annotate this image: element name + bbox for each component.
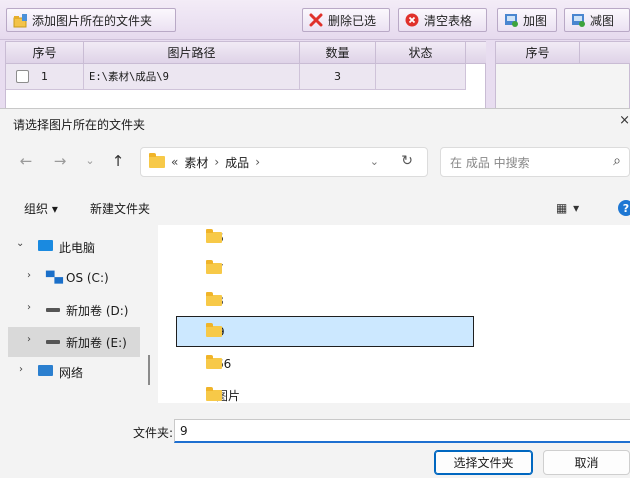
row-checkbox[interactable] — [16, 70, 29, 83]
search-icon: ⌕ — [613, 153, 621, 169]
navigation-bar: ← → ⌄ ↑ « 素材 › 成品 › ⌄ ↻ 在 成品 中搜索 ⌕ — [0, 143, 630, 183]
folder-field-label: 文件夹: — [133, 426, 174, 440]
breadcrumb-item-素材[interactable]: 素材 — [184, 154, 208, 171]
column-header-index[interactable]: 序号 — [6, 42, 84, 64]
folder-icon — [149, 153, 165, 168]
add-image-icon — [504, 13, 518, 27]
row-count: 3 — [300, 64, 376, 90]
tree-item-label: 新加卷 (D:) — [66, 303, 129, 318]
forward-arrow-icon[interactable]: → — [50, 152, 70, 170]
folder-name-value: 9 — [180, 423, 188, 438]
column-header-blank-right — [580, 42, 630, 64]
view-options-icon[interactable]: ▦ ▾ — [556, 201, 580, 215]
folder-icon — [206, 355, 222, 369]
expand-chevron-icon[interactable]: › — [19, 364, 23, 375]
delete-selected-button[interactable]: 删除已选 — [302, 8, 390, 32]
command-bar: 组织 ▾ 新建文件夹 ▦ ▾ ? — [0, 195, 630, 223]
search-placeholder: 在 成品 中搜索 — [450, 155, 530, 170]
row-path[interactable]: E:\素材\成品\9 — [84, 64, 300, 90]
row-status — [376, 64, 466, 90]
tree-item-network[interactable]: › 网络 — [0, 357, 140, 387]
list-item[interactable]: 7 — [176, 253, 474, 284]
select-folder-button[interactable]: 选择文件夹 — [434, 450, 533, 475]
folder-name-field[interactable]: 9 — [174, 419, 630, 443]
drive-icon — [46, 308, 60, 312]
dialog-footer: 文件夹: 9 选择文件夹 取消 — [0, 407, 630, 478]
row-index: 1 — [41, 70, 48, 83]
column-header-index-right[interactable]: 序号 — [496, 42, 580, 64]
column-header-path[interactable]: 图片路径 — [84, 42, 300, 64]
folder-icon — [206, 323, 222, 337]
column-header-status[interactable]: 状态 — [376, 42, 466, 64]
add-folder-icon — [13, 13, 27, 28]
expand-chevron-icon[interactable]: › — [27, 334, 31, 345]
folder-list: 6 7 8 9 66 图片 — [158, 225, 630, 403]
list-item[interactable]: 66 — [176, 348, 474, 379]
tree-item-volume-d[interactable]: › 新加卷 (D:) — [0, 295, 140, 325]
tree-item-label: OS (C:) — [66, 271, 109, 285]
tree-item-this-pc[interactable]: ⌄ 此电脑 — [0, 232, 140, 262]
organize-menu[interactable]: 组织 ▾ — [24, 200, 58, 217]
tree-item-volume-e[interactable]: › 新加卷 (E:) — [8, 327, 140, 357]
search-input[interactable]: 在 成品 中搜索 ⌕ — [440, 147, 630, 177]
delete-x-icon — [309, 13, 323, 27]
folder-icon — [206, 292, 222, 306]
tree-item-os-c[interactable]: › ▀▄ OS (C:) — [0, 263, 140, 293]
back-arrow-icon[interactable]: ← — [16, 152, 36, 170]
up-arrow-icon[interactable]: ↑ — [108, 152, 128, 170]
add-folder-button[interactable]: 添加图片所在的文件夹 — [6, 8, 176, 32]
list-item[interactable]: 8 — [176, 285, 474, 316]
add-image-button[interactable]: 加图 — [497, 8, 557, 32]
help-icon[interactable]: ? — [618, 200, 630, 216]
image-list-table: 序号 — [495, 41, 630, 111]
folder-picker-dialog: 请选择图片所在的文件夹 × ← → ⌄ ↑ « 素材 › 成品 › ⌄ ↻ 在 … — [0, 108, 630, 478]
drive-icon — [46, 340, 60, 344]
computer-icon — [38, 240, 53, 251]
address-dropdown-chevron-icon[interactable]: ⌄ — [370, 155, 379, 168]
list-item[interactable]: 6 — [176, 222, 474, 253]
breadcrumb-separator[interactable]: › — [255, 155, 260, 169]
breadcrumb-item-成品[interactable]: 成品 — [225, 154, 249, 171]
close-icon[interactable]: × — [619, 113, 630, 128]
clear-table-button[interactable]: 清空表格 — [398, 8, 487, 32]
cancel-button[interactable]: 取消 — [543, 450, 630, 475]
windows-drive-icon: ▀▄ — [46, 271, 63, 284]
refresh-icon[interactable]: ↻ — [401, 153, 413, 169]
table-row-checkbox-cell[interactable]: 1 — [6, 64, 84, 90]
image-folder-table: 序号 图片路径 数量 状态 1 E:\素材\成品\9 3 — [5, 41, 486, 111]
folder-icon — [206, 229, 222, 243]
remove-image-icon — [571, 13, 585, 27]
expand-chevron-icon[interactable]: › — [27, 302, 31, 313]
remove-image-button[interactable]: 减图 — [564, 8, 630, 32]
network-icon — [38, 365, 53, 376]
folder-icon — [206, 387, 222, 401]
column-header-filler — [466, 42, 486, 64]
navigation-scrollbar[interactable] — [148, 355, 150, 385]
tree-item-label: 此电脑 — [59, 240, 96, 255]
address-bar[interactable]: « 素材 › 成品 › ⌄ ↻ — [140, 147, 428, 177]
recent-locations-chevron-icon[interactable]: ⌄ — [80, 154, 100, 167]
expand-chevron-icon[interactable]: ⌄ — [16, 238, 24, 249]
navigation-pane: ⌄ 此电脑 › ▀▄ OS (C:) › 新加卷 (D:) › 新加卷 (E:)… — [0, 225, 158, 407]
list-item-selected[interactable]: 9 — [176, 316, 474, 347]
folder-icon — [206, 260, 222, 274]
new-folder-button[interactable]: 新建文件夹 — [90, 200, 150, 217]
dialog-title: 请选择图片所在的文件夹 — [13, 118, 146, 132]
breadcrumb-separator[interactable]: › — [214, 155, 219, 169]
tree-item-label: 网络 — [59, 365, 84, 380]
expand-chevron-icon[interactable]: › — [27, 270, 31, 281]
clear-circle-icon — [405, 13, 419, 27]
column-header-count[interactable]: 数量 — [300, 42, 376, 64]
main-toolbar: 添加图片所在的文件夹 删除已选 清空表格 加图 减图 — [0, 0, 630, 40]
breadcrumb-overflow[interactable]: « — [171, 155, 178, 169]
tree-item-label: 新加卷 (E:) — [66, 335, 127, 350]
